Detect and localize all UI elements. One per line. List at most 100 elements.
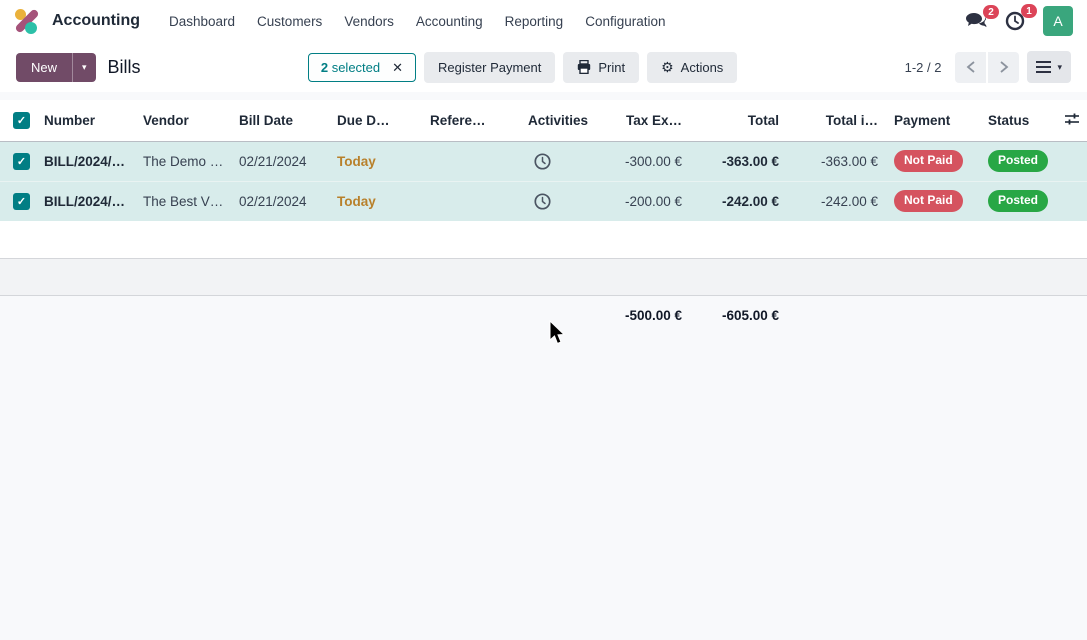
footer-total-sum: -605.00 € — [690, 296, 787, 323]
cell-tax-excluded: -200.00 € — [610, 181, 690, 221]
gear-icon: ⚙ — [661, 60, 674, 74]
control-panel: New ▾ Bills 22 selected ✕ Register Payme… — [0, 42, 1087, 92]
row-checkbox[interactable]: ✓ — [13, 193, 30, 210]
column-header-payment[interactable]: Payment — [886, 100, 980, 141]
column-header-status[interactable]: Status — [980, 100, 1060, 141]
activity-clock-icon[interactable] — [534, 153, 551, 170]
chevron-down-icon: ▾ — [1057, 62, 1062, 73]
print-label: Print — [598, 60, 625, 75]
user-avatar[interactable]: A — [1043, 6, 1073, 36]
table-row[interactable]: ✓ BILL/2024/… The Demo … 02/21/2024 Toda… — [0, 141, 1087, 181]
column-header-number[interactable]: Number — [36, 100, 135, 141]
cell-vendor: The Demo … — [135, 141, 231, 181]
main-menu: Dashboard Customers Vendors Accounting R… — [158, 8, 677, 35]
cell-bill-date: 02/21/2024 — [231, 181, 329, 221]
actions-button[interactable]: ⚙ Actions — [647, 52, 737, 83]
messages-button[interactable]: 2 — [965, 12, 987, 30]
row-checkbox[interactable]: ✓ — [13, 153, 30, 170]
pager-next-button[interactable] — [988, 52, 1019, 83]
selection-count: 22 selected — [321, 60, 380, 75]
activity-clock-icon[interactable] — [534, 193, 551, 210]
new-split-button: New ▾ — [16, 53, 96, 82]
logo-teal-dot — [25, 22, 37, 34]
column-header-reference[interactable]: Refere… — [422, 100, 520, 141]
column-header-tax-excluded[interactable]: Tax Ex… — [610, 100, 690, 141]
list-bottom-band — [0, 259, 1087, 296]
row-select-cell: ✓ — [0, 181, 36, 221]
cell-status: Posted — [980, 141, 1060, 181]
optional-columns-toggle-icon[interactable] — [1064, 112, 1080, 126]
odoo-logo-icon[interactable] — [14, 8, 40, 34]
navbar-systray: 2 1 A — [965, 6, 1073, 36]
table-header-row: ✓ Number Vendor Bill Date Due D… Refere…… — [0, 100, 1087, 141]
nav-reporting[interactable]: Reporting — [494, 8, 575, 35]
cell-bill-date: 02/21/2024 — [231, 141, 329, 181]
footer-tax-excluded-sum: -500.00 € — [610, 296, 690, 323]
new-button[interactable]: New — [16, 53, 72, 82]
view-switcher-button[interactable]: ▾ — [1027, 51, 1071, 83]
chevron-right-icon — [999, 61, 1009, 73]
cell-number: BILL/2024/… — [36, 181, 135, 221]
row-select-cell: ✓ — [0, 141, 36, 181]
cell-total: -242.00 € — [690, 181, 787, 221]
activities-button[interactable]: 1 — [1005, 11, 1025, 31]
page-title: Bills — [108, 57, 141, 78]
messages-badge: 2 — [983, 5, 999, 19]
app-name[interactable]: Accounting — [52, 12, 140, 30]
cell-activities — [520, 181, 610, 221]
nav-accounting[interactable]: Accounting — [405, 8, 494, 35]
actions-label: Actions — [681, 60, 724, 75]
select-all-checkbox[interactable]: ✓ — [13, 112, 30, 129]
column-header-activities[interactable]: Activities — [520, 100, 610, 141]
cell-number: BILL/2024/… — [36, 141, 135, 181]
list-footer-sums: -500.00 € -605.00 € — [0, 296, 1087, 323]
cell-reference — [422, 181, 520, 221]
bills-list-table: ✓ Number Vendor Bill Date Due D… Refere…… — [0, 100, 1087, 221]
column-header-vendor[interactable]: Vendor — [135, 100, 231, 141]
clear-selection-icon[interactable]: ✕ — [392, 61, 403, 74]
printer-icon — [577, 60, 591, 74]
nav-dashboard[interactable]: Dashboard — [158, 8, 246, 35]
pager: 1-2 / 2 ▾ — [905, 51, 1071, 83]
cell-trailing — [1060, 141, 1087, 181]
payment-status-badge: Not Paid — [894, 150, 963, 172]
cell-reference — [422, 141, 520, 181]
cell-due-date: Today — [329, 181, 422, 221]
cell-trailing — [1060, 181, 1087, 221]
pager-previous-button[interactable] — [955, 52, 986, 83]
column-header-bill-date[interactable]: Bill Date — [231, 100, 329, 141]
top-navbar: Accounting Dashboard Customers Vendors A… — [0, 0, 1087, 42]
cell-due-date: Today — [329, 141, 422, 181]
payment-status-badge: Not Paid — [894, 190, 963, 212]
nav-vendors[interactable]: Vendors — [333, 8, 405, 35]
cell-total-in-currency: -363.00 € — [787, 141, 886, 181]
status-badge: Posted — [988, 150, 1048, 172]
nav-configuration[interactable]: Configuration — [574, 8, 676, 35]
selection-chip: 22 selected ✕ — [308, 53, 416, 82]
mouse-cursor — [548, 320, 566, 347]
status-badge: Posted — [988, 190, 1048, 212]
cell-payment: Not Paid — [886, 181, 980, 221]
column-header-total-in-currency[interactable]: Total i… — [787, 100, 886, 141]
print-button[interactable]: Print — [563, 52, 639, 83]
footer-row: -500.00 € -605.00 € — [0, 296, 1087, 323]
list-view-icon — [1036, 61, 1051, 74]
cell-tax-excluded: -300.00 € — [610, 141, 690, 181]
cell-activities — [520, 141, 610, 181]
column-header-due-date[interactable]: Due D… — [329, 100, 422, 141]
selection-actions: 22 selected ✕ Register Payment Print ⚙ A… — [308, 52, 737, 83]
empty-list-row — [0, 221, 1087, 259]
optional-columns-cell — [1060, 100, 1087, 141]
activities-badge: 1 — [1021, 4, 1037, 18]
chevron-left-icon — [966, 61, 976, 73]
column-header-total[interactable]: Total — [690, 100, 787, 141]
cell-status: Posted — [980, 181, 1060, 221]
select-all-cell: ✓ — [0, 100, 36, 141]
pager-range: 1-2 / 2 — [905, 60, 942, 75]
register-payment-button[interactable]: Register Payment — [424, 52, 555, 83]
cell-total: -363.00 € — [690, 141, 787, 181]
register-payment-label: Register Payment — [438, 60, 541, 75]
table-row[interactable]: ✓ BILL/2024/… The Best V… 02/21/2024 Tod… — [0, 181, 1087, 221]
new-dropdown-caret[interactable]: ▾ — [72, 53, 96, 82]
nav-customers[interactable]: Customers — [246, 8, 333, 35]
